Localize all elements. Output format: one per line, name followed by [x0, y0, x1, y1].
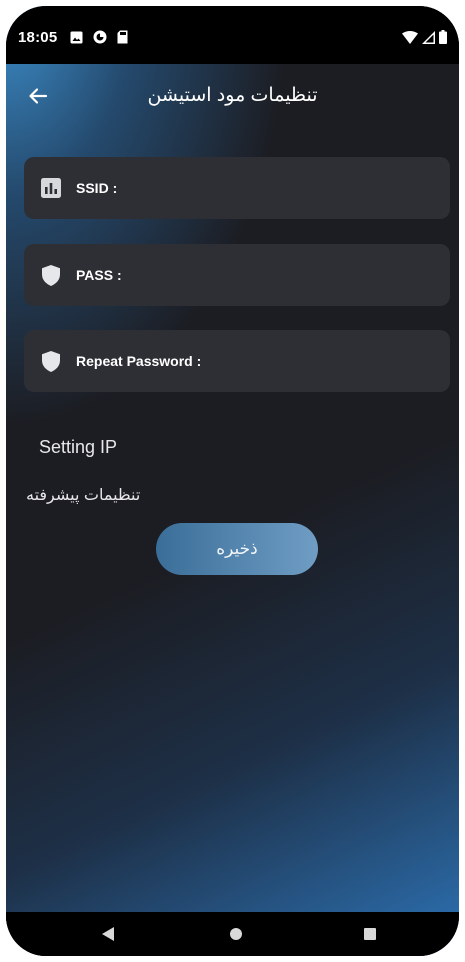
- status-bar: 18:05: [6, 6, 459, 64]
- page-title: تنظیمات مود استیشن: [147, 85, 318, 106]
- shield-icon: [40, 264, 62, 286]
- nav-back-button[interactable]: [78, 912, 138, 956]
- app-header: تنظیمات مود استیشن: [6, 64, 459, 128]
- repeat-password-input[interactable]: [207, 352, 436, 370]
- nav-home-circle-icon: [230, 928, 242, 940]
- arrow-left-icon: [29, 88, 48, 104]
- password-label: PASS :: [76, 267, 122, 283]
- image-notification-icon: [70, 31, 83, 49]
- ssid-label: SSID :: [76, 180, 118, 196]
- setting-ip-link[interactable]: Setting IP: [39, 437, 117, 458]
- save-button[interactable]: ذخیره: [156, 523, 318, 575]
- wifi-icon: [402, 30, 418, 49]
- battery-icon: [439, 30, 447, 49]
- nav-back-triangle-icon: [102, 927, 114, 941]
- password-input[interactable]: [127, 266, 436, 284]
- nav-recents-button[interactable]: [340, 912, 400, 956]
- status-time: 18:05: [18, 29, 58, 46]
- sync-notification-icon: [93, 30, 107, 49]
- back-button[interactable]: [24, 82, 52, 110]
- password-field[interactable]: PASS :: [24, 244, 450, 306]
- shield-icon: [40, 350, 62, 372]
- nav-home-button[interactable]: [206, 912, 266, 956]
- system-nav-bar: [6, 912, 459, 956]
- repeat-password-label: Repeat Password :: [76, 353, 202, 369]
- app-screen: 18:05 تنظیمات مود استیشن SSID: PASS: R…: [6, 6, 459, 956]
- phone-frame: 18:05 تنظیمات مود استیشن SSID: PASS: R…: [6, 6, 459, 956]
- status-notification-icons: [70, 30, 128, 49]
- ssid-field[interactable]: SSID :: [24, 157, 450, 219]
- repeat-password-field[interactable]: Repeat Password :: [24, 330, 450, 392]
- signal-icon: [422, 30, 435, 49]
- bar-chart-icon: [40, 177, 62, 199]
- advanced-settings-link[interactable]: تنظیمات پیشرفته: [26, 485, 140, 505]
- ssid-input[interactable]: [123, 179, 436, 197]
- nav-recents-square-icon: [364, 928, 376, 940]
- sd-card-icon: [117, 30, 128, 49]
- status-system-icons: [402, 30, 447, 49]
